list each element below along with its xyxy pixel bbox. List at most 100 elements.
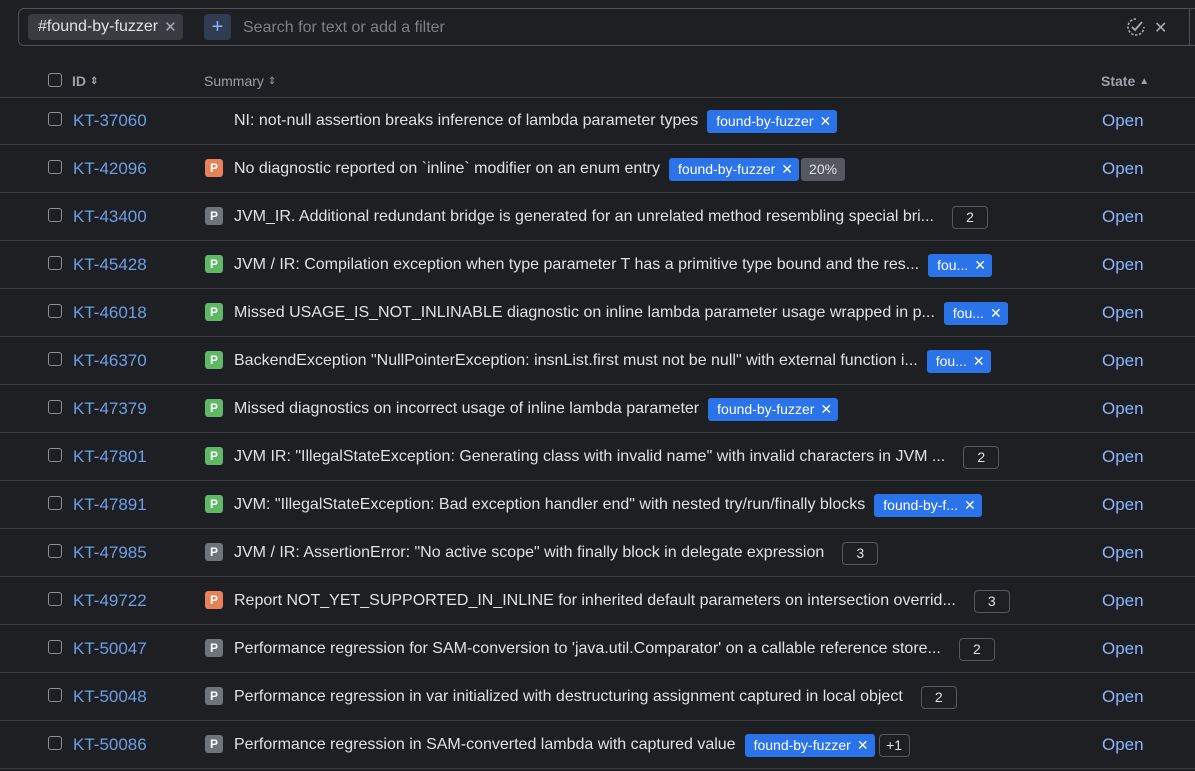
remove-tag-icon[interactable]: ✕ (820, 113, 832, 130)
row-checkbox[interactable] (48, 256, 62, 270)
close-icon[interactable]: ✕ (164, 18, 177, 36)
table-row[interactable]: KT-46370 P BackendException "NullPointerEx… (0, 337, 1195, 385)
issue-id-link[interactable]: KT-46018 (73, 303, 147, 323)
issue-id-link[interactable]: KT-43400 (73, 207, 147, 227)
table-row[interactable]: KT-50048 P Performance regression in var i… (0, 673, 1195, 721)
tag-count-badge[interactable]: 3 (973, 589, 1010, 613)
row-checkbox[interactable] (48, 160, 62, 174)
row-checkbox[interactable] (48, 208, 62, 222)
tag-count-badge[interactable]: 2 (958, 637, 995, 661)
table-row[interactable]: KT-50086 P Performance regression in SAM-c… (0, 721, 1195, 769)
table-row[interactable]: KT-42096 P No diagnostic reported on `inli… (0, 145, 1195, 193)
table-row[interactable]: KT-37060 NI: not-null assertion breaks in… (0, 97, 1195, 145)
check-filter-icon[interactable] (1126, 17, 1146, 42)
row-checkbox[interactable] (48, 592, 62, 606)
table-row[interactable]: KT-47379 P Missed diagnostics on incorrect… (0, 385, 1195, 433)
tag-count-badge[interactable]: 2 (963, 445, 1000, 469)
tag-found-by-fuzzer[interactable]: found-by-fuzzer ✕ (707, 109, 838, 133)
table-row[interactable]: KT-50047 P Performance regression for SAM-… (0, 625, 1195, 673)
issue-summary[interactable]: JVM: "IllegalStateException: Bad excepti… (234, 496, 865, 514)
row-checkbox[interactable] (48, 304, 62, 318)
issue-summary[interactable]: Performance regression for SAM-conversio… (234, 640, 941, 658)
issue-summary[interactable]: Performance regression in SAM-converted … (234, 736, 736, 754)
remove-tag-icon[interactable]: ✕ (964, 497, 976, 514)
table-row[interactable]: KT-47985 P JVM / IR: AssertionError: "No a… (0, 529, 1195, 577)
issue-id-link[interactable]: KT-49722 (73, 591, 147, 611)
issue-state[interactable]: Open (1102, 399, 1144, 419)
issue-id-link[interactable]: KT-47985 (73, 543, 147, 563)
column-header-summary[interactable]: Summary ⇕ (204, 73, 276, 89)
remove-tag-icon[interactable]: ✕ (973, 353, 985, 370)
row-checkbox[interactable] (48, 688, 62, 702)
tag-count-badge[interactable]: 3 (842, 541, 879, 565)
row-checkbox[interactable] (48, 736, 62, 750)
issue-summary[interactable]: Report NOT_YET_SUPPORTED_IN_INLINE for i… (234, 592, 956, 610)
tag-found-by-fuzzer[interactable]: found-by-fuzzer ✕ (708, 397, 839, 421)
remove-tag-icon[interactable]: ✕ (857, 737, 869, 754)
column-header-state[interactable]: State ▲ (1101, 73, 1149, 89)
remove-tag-icon[interactable]: ✕ (974, 257, 986, 274)
table-row[interactable]: KT-45428 P JVM / IR: Compilation exception… (0, 241, 1195, 289)
table-row[interactable]: KT-49722 P Report NOT_YET_SUPPORTED_IN_INL… (0, 577, 1195, 625)
issue-state[interactable]: Open (1102, 159, 1144, 179)
issue-summary[interactable]: JVM / IR: Compilation exception when typ… (234, 256, 919, 274)
table-row[interactable]: KT-47891 P JVM: "IllegalStateException: Ba… (0, 481, 1195, 529)
issue-state[interactable]: Open (1102, 303, 1144, 323)
tag-found-by-fuzzer[interactable]: fou... ✕ (926, 349, 991, 373)
issue-summary[interactable]: NI: not-null assertion breaks inference … (234, 112, 698, 130)
issue-summary[interactable]: JVM_IR. Additional redundant bridge is g… (234, 208, 934, 226)
issue-summary[interactable]: JVM IR: "IllegalStateException: Generati… (234, 448, 945, 466)
more-tags-badge[interactable]: +1 (878, 733, 910, 757)
issue-state[interactable]: Open (1102, 639, 1144, 659)
tag-found-by-fuzzer[interactable]: found-by-fuzzer ✕ (669, 157, 800, 181)
issue-id-link[interactable]: KT-50048 (73, 687, 147, 707)
issue-id-link[interactable]: KT-37060 (73, 111, 147, 131)
tag-found-by-fuzzer[interactable]: found-by-f... ✕ (874, 493, 982, 517)
issue-summary[interactable]: Missed diagnostics on incorrect usage of… (234, 400, 699, 418)
issue-state[interactable]: Open (1102, 447, 1144, 467)
table-row[interactable]: KT-47801 P JVM IR: "IllegalStateException:… (0, 433, 1195, 481)
add-filter-button[interactable]: + (204, 14, 231, 40)
issue-state[interactable]: Open (1102, 255, 1144, 275)
issue-id-link[interactable]: KT-45428 (73, 255, 147, 275)
tag-found-by-fuzzer[interactable]: fou... ✕ (943, 301, 1008, 325)
issue-id-link[interactable]: KT-50086 (73, 735, 147, 755)
tag-found-by-fuzzer[interactable]: fou... ✕ (928, 253, 992, 277)
issue-state[interactable]: Open (1102, 735, 1144, 755)
row-checkbox[interactable] (48, 112, 62, 126)
issue-id-link[interactable]: KT-47891 (73, 495, 147, 515)
table-row[interactable]: KT-46018 P Missed USAGE_IS_NOT_INLINABLE d… (0, 289, 1195, 337)
issue-state[interactable]: Open (1102, 687, 1144, 707)
clear-icon[interactable]: ✕ (1154, 18, 1167, 38)
search-input[interactable] (241, 14, 1105, 42)
filter-chip[interactable]: #found-by-fuzzer ✕ (28, 14, 183, 40)
issue-state[interactable]: Open (1102, 591, 1144, 611)
remove-tag-icon[interactable]: ✕ (820, 401, 832, 418)
remove-tag-icon[interactable]: ✕ (990, 305, 1002, 322)
tag-count-badge[interactable]: 2 (951, 205, 988, 229)
issue-id-link[interactable]: KT-47801 (73, 447, 147, 467)
issue-summary[interactable]: JVM / IR: AssertionError: "No active sco… (234, 544, 824, 562)
issue-id-link[interactable]: KT-47379 (73, 399, 147, 419)
issue-state[interactable]: Open (1102, 207, 1144, 227)
row-checkbox[interactable] (48, 496, 62, 510)
table-row[interactable]: KT-43400 P JVM_IR. Additional redundant br… (0, 193, 1195, 241)
issue-id-link[interactable]: KT-50047 (73, 639, 147, 659)
issue-summary[interactable]: Performance regression in var initialize… (234, 688, 903, 706)
issue-id-link[interactable]: KT-42096 (73, 159, 147, 179)
row-checkbox[interactable] (48, 400, 62, 414)
row-checkbox[interactable] (48, 448, 62, 462)
remove-tag-icon[interactable]: ✕ (781, 161, 793, 178)
issue-summary[interactable]: No diagnostic reported on `inline` modif… (234, 160, 660, 178)
column-header-id[interactable]: ID ⇕ (72, 73, 98, 89)
issue-summary[interactable]: BackendException "NullPointerException: … (234, 352, 918, 370)
select-all-checkbox[interactable] (48, 73, 62, 87)
row-checkbox[interactable] (48, 544, 62, 558)
tag-found-by-fuzzer[interactable]: found-by-fuzzer ✕ (744, 733, 875, 757)
issue-state[interactable]: Open (1102, 351, 1144, 371)
issue-state[interactable]: Open (1102, 111, 1144, 131)
tag-count-badge[interactable]: 2 (920, 685, 957, 709)
issue-state[interactable]: Open (1102, 495, 1144, 515)
issue-summary[interactable]: Missed USAGE_IS_NOT_INLINABLE diagnostic… (234, 304, 935, 322)
row-checkbox[interactable] (48, 352, 62, 366)
